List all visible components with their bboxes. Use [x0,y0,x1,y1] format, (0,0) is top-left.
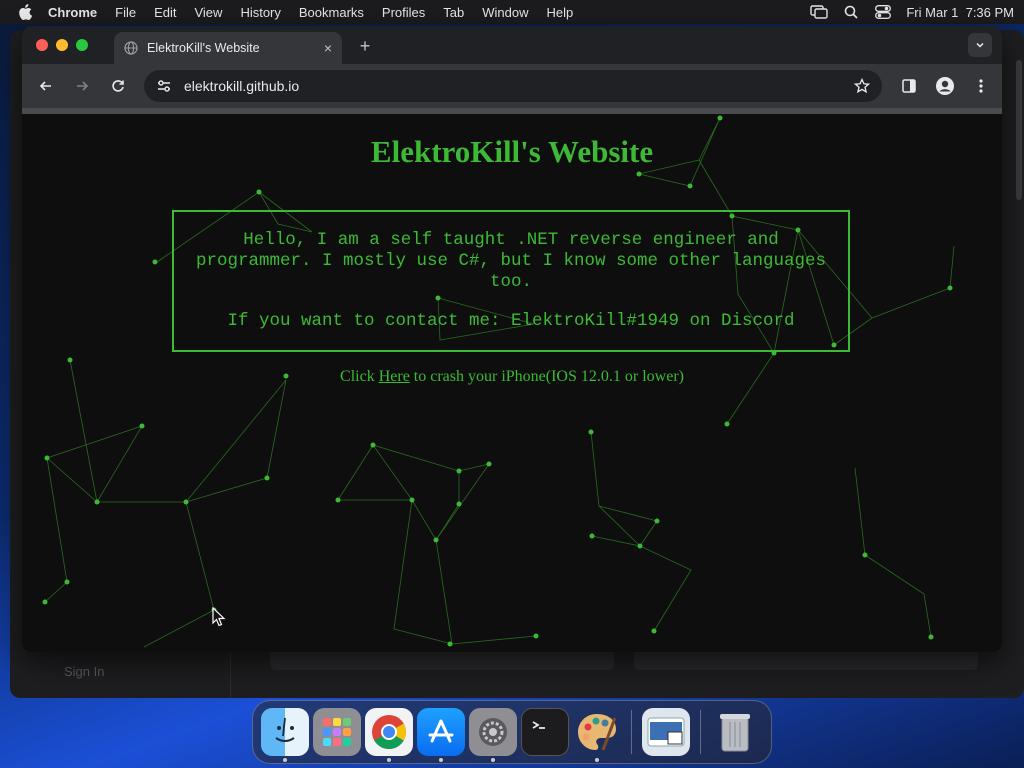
palette-icon [578,714,617,751]
chevron-down-icon [976,42,984,48]
bookmark-star-icon[interactable] [854,78,870,94]
dock-terminal[interactable] [521,708,569,756]
menu-help[interactable]: Help [547,5,574,20]
control-center-icon[interactable] [874,5,892,19]
tab-close-icon[interactable]: × [324,40,332,56]
dock-divider [631,710,632,754]
dock-launchpad[interactable] [313,708,361,756]
reload-button[interactable] [104,72,132,100]
intro-text: Hello, I am a self taught .NET reverse e… [195,230,827,292]
menu-edit[interactable]: Edit [154,5,176,20]
scrollbar[interactable] [1016,60,1022,200]
mouse-pointer-icon [212,607,226,627]
terminal-icon [532,721,545,729]
address-bar[interactable]: elektrokill.github.io [144,70,882,102]
menu-bookmarks[interactable]: Bookmarks [299,5,364,20]
running-indicator [595,758,599,762]
intro-box: Hello, I am a self taught .NET reverse e… [172,210,850,352]
minimize-window-button[interactable] [56,39,68,51]
gear-icon [479,718,507,746]
url-text[interactable]: elektrokill.github.io [184,78,299,94]
spotlight-search-icon[interactable] [842,5,860,19]
menu-profiles[interactable]: Profiles [382,5,425,20]
profile-avatar-icon[interactable] [934,72,956,100]
zoom-window-button[interactable] [76,39,88,51]
forward-button[interactable] [68,72,96,100]
dock [252,700,772,764]
running-indicator [439,758,443,762]
crash-line: Click Here to crash your iPhone(IOS 12.0… [22,368,1002,386]
dock-system-settings[interactable] [469,708,517,762]
tab-strip: ElektroKill's Website × + [22,26,1002,64]
launchpad-icon [323,718,351,746]
running-indicator [387,758,391,762]
dock-preview[interactable] [642,708,690,756]
back-button[interactable] [32,72,60,100]
tab-search-button[interactable] [968,33,992,57]
site-title: ElektroKill's Website [370,134,654,169]
dock-chrome[interactable] [365,708,413,762]
window-controls [36,39,88,51]
content-card [634,650,978,670]
tab-active[interactable]: ElektroKill's Website × [114,32,342,64]
dock-paintbrush[interactable] [573,708,621,762]
reload-icon [112,80,124,92]
finder-icon [275,717,295,742]
menu-file[interactable]: File [115,5,136,20]
dock-app-store[interactable] [417,708,465,762]
chrome-window: ElektroKill's Website × + elektrokill.gi… [22,26,1002,652]
content-card [270,650,614,670]
menu-window[interactable]: Window [482,5,528,20]
running-indicator [491,758,495,762]
menu-clock[interactable]: Fri Mar 1 7:36 PM [906,5,1014,20]
crash-prefix: Click [340,368,379,385]
tab-title: ElektroKill's Website [147,41,260,55]
web-page: ElektroKill's Website Hello, I am a self… [22,114,1002,652]
arrow-right-icon [77,81,89,91]
crash-suffix: to crash your iPhone(IOS 12.0.1 or lower… [409,368,684,385]
preview-window-icon [647,717,685,747]
menu-history[interactable]: History [240,5,280,20]
contact-text: If you want to contact me: ElektroKill#1… [227,311,795,331]
menu-tab[interactable]: Tab [443,5,464,20]
browser-toolbar: elektrokill.github.io [22,64,1002,108]
globe-icon [124,41,138,55]
app-store-icon [428,719,454,743]
trash-icon [720,714,750,752]
site-settings-icon[interactable] [156,77,174,95]
close-window-button[interactable] [36,39,48,51]
new-tab-button[interactable]: + [356,36,374,57]
crash-link[interactable]: Here [379,368,410,385]
running-indicator [283,758,287,762]
more-menu-icon[interactable] [970,72,992,100]
arrow-left-icon [39,81,51,91]
menu-app-name[interactable]: Chrome [48,5,97,20]
sign-in-link[interactable]: Sign In [10,650,230,698]
side-panel-icon[interactable] [898,72,920,100]
screen-mirroring-icon[interactable] [810,5,829,19]
dock-finder[interactable] [261,708,309,762]
chrome-icon [372,715,406,749]
dock-divider [700,710,701,754]
menu-bar: Chrome File Edit View History Bookmarks … [0,0,1024,24]
dock-trash[interactable] [711,708,759,756]
menu-view[interactable]: View [194,5,222,20]
apple-icon[interactable] [18,4,34,20]
